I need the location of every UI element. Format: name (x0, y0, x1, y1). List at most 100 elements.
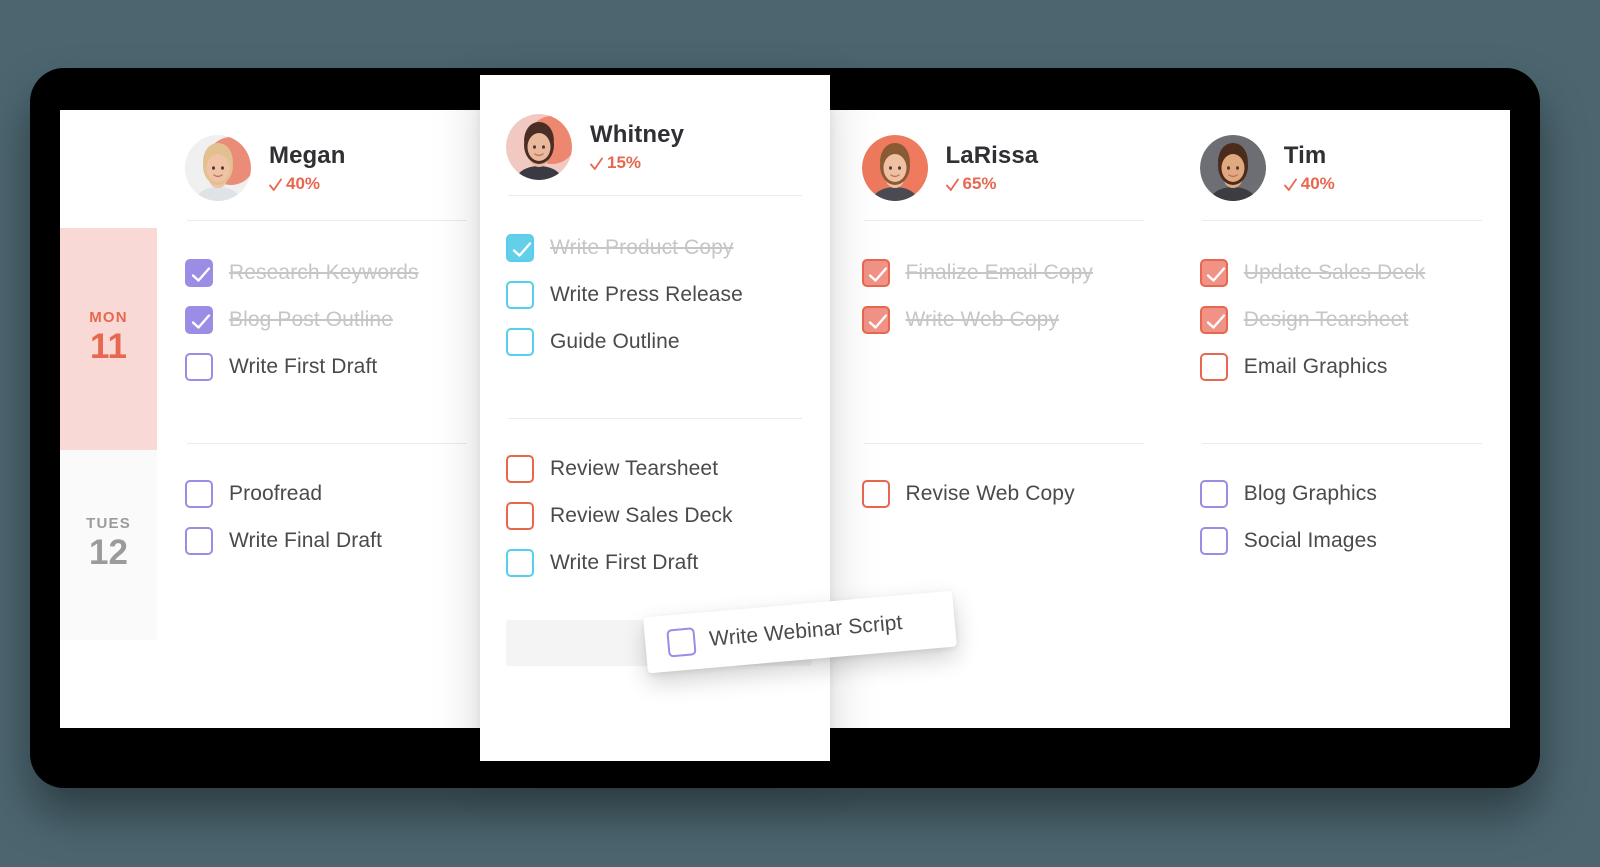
column-header: Megan 40% (185, 110, 469, 220)
checkbox-review-sales-deck[interactable] (506, 501, 534, 530)
task-label: Review Tearsheet (550, 456, 719, 480)
date-dow-monday: MON (89, 308, 128, 326)
checkbox-finalize-email-copy[interactable] (861, 258, 890, 287)
member-name: LaRissa (945, 142, 1039, 169)
task-item[interactable]: Proofread (185, 470, 469, 517)
monday-task-group: Update Sales Deck Design Tearsheet Email G… (1199, 221, 1484, 443)
task-item[interactable]: Review Sales Deck (506, 492, 804, 539)
tuesday-task-group: Review Tearsheet Review Sales Deck Write F… (506, 419, 804, 586)
member-identity: Whitney 15% (590, 121, 684, 173)
member-column-tim: Tim 40% Update Sales Deck Design Tearsheet E… (1172, 110, 1510, 728)
task-item[interactable]: Write Final Draft (185, 517, 469, 564)
task-item[interactable]: Update Sales Deck (1199, 249, 1484, 296)
member-identity: Megan 40% (269, 142, 346, 194)
checkbox-write-webinar-script[interactable] (666, 627, 697, 658)
check-icon (1283, 178, 1297, 191)
column-header: Tim 40% (1199, 110, 1484, 220)
task-item[interactable]: Write First Draft (506, 539, 804, 586)
task-label: Write First Draft (229, 354, 378, 378)
task-label: Review Sales Deck (550, 503, 733, 527)
avatar[interactable] (506, 114, 572, 180)
task-item[interactable]: Write Press Release (506, 271, 804, 318)
task-item[interactable]: Design Tearsheet (1199, 296, 1484, 343)
task-item[interactable]: Email Graphics (1199, 343, 1484, 390)
member-column-megan: Megan 40% Research Keywords Blog Post Outli… (157, 110, 495, 728)
date-num-monday: 11 (90, 326, 127, 366)
column-header: LaRissa 65% (861, 110, 1146, 220)
checkbox-review-tearsheet[interactable] (506, 454, 534, 483)
task-label: Proofread (229, 481, 323, 505)
checkbox-email-graphics[interactable] (1199, 352, 1228, 381)
avatar[interactable] (1199, 135, 1266, 201)
task-label: Guide Outline (550, 329, 680, 353)
app-stage: MON 11 TUES 12 Megan 40% Research Keywords… (0, 0, 1600, 867)
dragged-task-label: Write Webinar Script (708, 611, 904, 651)
member-name: Whitney (590, 121, 685, 148)
completion-percent: 65% (945, 174, 1039, 194)
task-item[interactable]: Finalize Email Copy (861, 249, 1146, 296)
member-identity: LaRissa 65% (946, 142, 1039, 194)
checkbox-update-sales-deck[interactable] (1199, 258, 1228, 287)
checkbox-blog-graphics[interactable] (1199, 479, 1228, 508)
task-item[interactable]: Social Images (1199, 517, 1484, 564)
checkbox-write-final-draft[interactable] (185, 526, 213, 555)
completion-percent: 40% (269, 174, 346, 194)
task-label: Research Keywords (229, 260, 419, 284)
task-label: Write Press Release (550, 282, 743, 306)
task-item[interactable]: Blog Graphics (1199, 470, 1484, 517)
task-item[interactable]: Research Keywords (185, 249, 469, 296)
task-item[interactable]: Write Web Copy (861, 296, 1146, 343)
task-label: Update Sales Deck (1243, 260, 1426, 284)
task-label: Finalize Email Copy (905, 260, 1093, 284)
percent-value: 40% (286, 174, 321, 193)
checkbox-revise-web-copy[interactable] (861, 479, 890, 508)
completion-percent: 40% (1283, 174, 1335, 194)
task-item[interactable]: Revise Web Copy (861, 470, 1146, 517)
checkbox-research-keywords[interactable] (185, 258, 213, 287)
task-label: Blog Post Outline (229, 307, 393, 331)
percent-value: 15% (607, 153, 642, 172)
task-label: Write Product Copy (550, 235, 734, 259)
checkbox-social-images[interactable] (1199, 526, 1228, 555)
checkbox-write-press-release[interactable] (506, 280, 534, 309)
checkbox-blog-post-outline[interactable] (185, 305, 213, 334)
task-item[interactable]: Write First Draft (185, 343, 469, 390)
task-item[interactable]: Write Product Copy (506, 224, 804, 271)
task-label: Write First Draft (550, 550, 699, 574)
task-label: Write Web Copy (905, 307, 1060, 331)
date-dow-tuesday: TUES (86, 514, 131, 532)
task-item[interactable]: Guide Outline (506, 318, 804, 365)
checkbox-write-product-copy[interactable] (506, 233, 534, 262)
task-item[interactable]: Blog Post Outline (185, 296, 469, 343)
percent-value: 40% (1300, 174, 1335, 193)
monday-task-group: Write Product Copy Write Press Release Gui… (506, 196, 804, 418)
task-label: Blog Graphics (1243, 481, 1377, 505)
check-icon (945, 178, 959, 191)
task-label: Revise Web Copy (905, 481, 1075, 505)
checkbox-guide-outline[interactable] (506, 327, 534, 356)
checkbox-proofread[interactable] (185, 479, 213, 508)
avatar[interactable] (861, 135, 928, 201)
monday-task-group: Finalize Email Copy Write Web Copy (861, 221, 1146, 443)
member-name: Tim (1283, 142, 1327, 169)
date-cell-tuesday[interactable]: TUES 12 (60, 450, 157, 640)
tuesday-task-group: Proofread Write Final Draft (185, 444, 469, 564)
checkbox-write-web-copy[interactable] (861, 305, 890, 334)
monday-task-group: Research Keywords Blog Post Outline Write … (185, 221, 469, 443)
task-item[interactable]: Review Tearsheet (506, 445, 804, 492)
member-identity: Tim 40% (1284, 142, 1335, 194)
checkbox-design-tearsheet[interactable] (1199, 305, 1228, 334)
task-label: Design Tearsheet (1243, 307, 1409, 331)
tuesday-task-group: Blog Graphics Social Images (1199, 444, 1484, 564)
date-rail: MON 11 TUES 12 (60, 110, 157, 728)
avatar[interactable] (185, 135, 251, 201)
checkbox-write-first-draft[interactable] (506, 548, 534, 577)
member-name: Megan (269, 142, 346, 169)
percent-value: 65% (962, 174, 997, 193)
completion-percent: 15% (590, 153, 684, 173)
task-label: Write Final Draft (229, 528, 383, 552)
checkbox-write-first-draft[interactable] (185, 352, 213, 381)
check-icon (590, 157, 603, 170)
check-icon (269, 178, 282, 191)
date-cell-monday[interactable]: MON 11 (60, 228, 157, 450)
